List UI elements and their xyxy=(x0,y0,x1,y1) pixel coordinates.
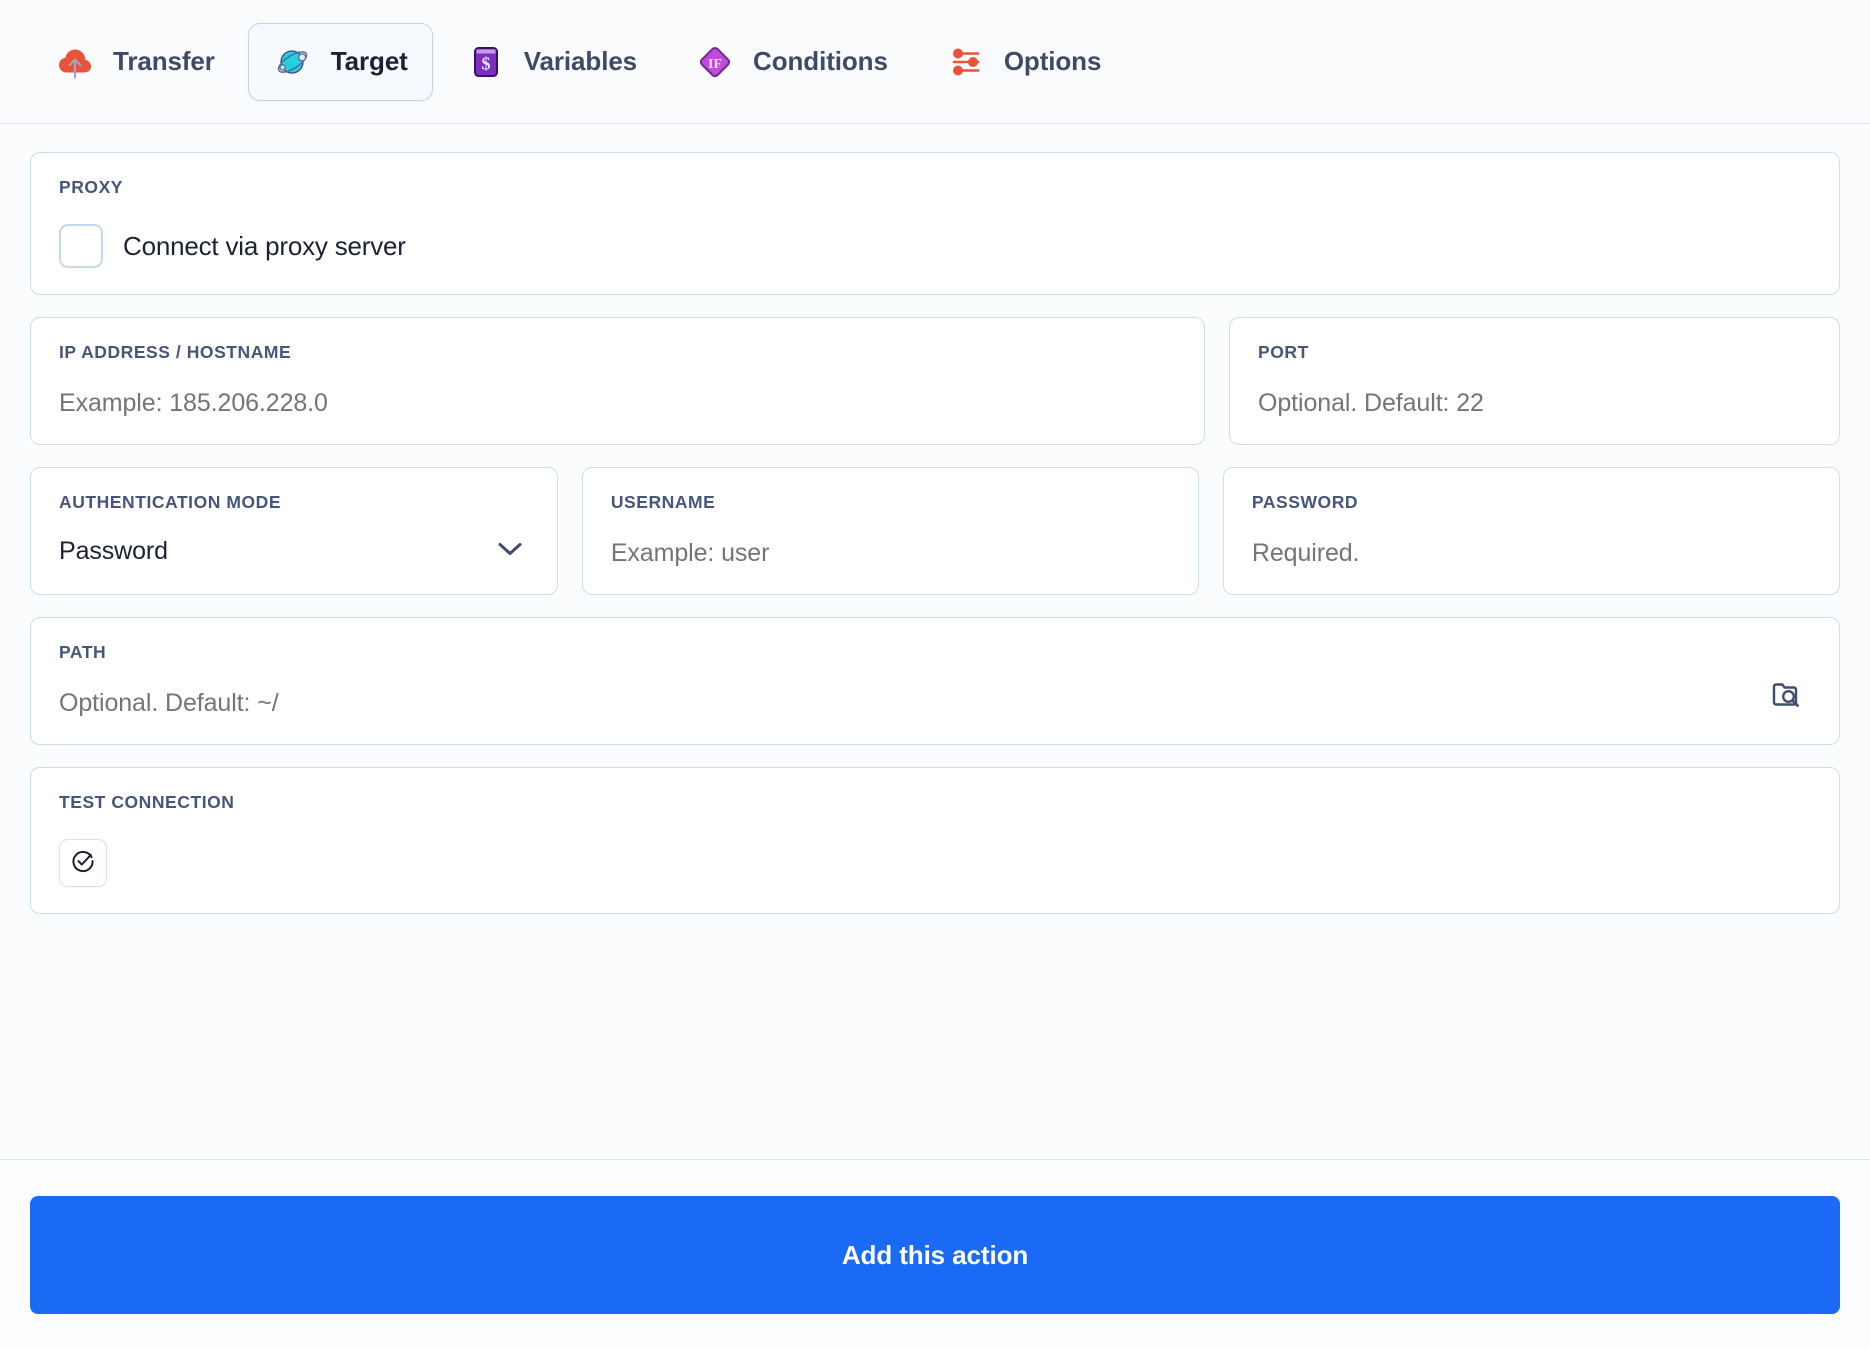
add-this-action-button[interactable]: Add this action xyxy=(30,1196,1840,1314)
credentials-row: AUTHENTICATION MODE Password USERNAME PA… xyxy=(30,467,1841,595)
proxy-checkbox-label: Connect via proxy server xyxy=(123,230,406,261)
path-card: PATH xyxy=(30,617,1840,745)
auth-mode-value: Password xyxy=(59,537,168,565)
tab-label: Conditions xyxy=(753,46,888,76)
folder-search-icon xyxy=(1769,677,1805,716)
tab-transfer[interactable]: Transfer xyxy=(30,23,240,101)
host-input[interactable] xyxy=(59,389,1177,418)
chevron-down-icon xyxy=(495,539,525,564)
host-label: IP ADDRESS / HOSTNAME xyxy=(59,342,292,362)
circle-check-arrow-icon xyxy=(69,847,97,880)
proxy-label: PROXY xyxy=(59,177,124,197)
tab-label: Options xyxy=(1003,46,1102,76)
path-label: PATH xyxy=(59,642,107,662)
footer-bar: Add this action xyxy=(0,1159,1870,1348)
if-diamond-icon: IF xyxy=(695,42,735,82)
username-card: USERNAME xyxy=(581,467,1199,595)
port-input[interactable] xyxy=(1258,389,1811,418)
sliders-icon xyxy=(946,42,986,82)
tab-variables[interactable]: $ Variables xyxy=(441,23,662,101)
test-connection-card: TEST CONNECTION xyxy=(30,767,1840,914)
auth-mode-label: AUTHENTICATION MODE xyxy=(59,492,282,512)
host-port-row: IP ADDRESS / HOSTNAME PORT xyxy=(30,317,1840,445)
port-card: PORT xyxy=(1229,317,1840,445)
form-body: PROXY Connect via proxy server IP ADDRES… xyxy=(0,124,1870,1159)
svg-text:$: $ xyxy=(481,53,490,73)
tab-target[interactable]: Target xyxy=(247,22,433,101)
auth-mode-card: AUTHENTICATION MODE Password xyxy=(30,467,558,595)
username-label: USERNAME xyxy=(610,492,716,512)
host-card: IP ADDRESS / HOSTNAME xyxy=(30,317,1206,445)
path-input[interactable] xyxy=(59,689,1811,718)
port-label: PORT xyxy=(1258,342,1309,362)
tab-options[interactable]: Options xyxy=(921,23,1127,101)
password-input[interactable] xyxy=(1251,539,1812,568)
target-settings-panel: Transfer Target $ Variables IF Condition… xyxy=(0,0,1870,1348)
username-input[interactable] xyxy=(610,539,1170,568)
tab-bar: Transfer Target $ Variables IF Condition… xyxy=(0,0,1870,124)
dollar-card-icon: $ xyxy=(466,42,506,82)
password-label: PASSWORD xyxy=(1251,492,1359,512)
password-card: PASSWORD xyxy=(1222,467,1841,595)
proxy-checkbox[interactable] xyxy=(59,224,103,268)
cloud-upload-icon xyxy=(55,42,95,82)
planet-icon xyxy=(273,42,313,82)
test-connection-label: TEST CONNECTION xyxy=(59,792,235,812)
svg-text:IF: IF xyxy=(708,57,722,72)
tab-label: Transfer xyxy=(113,46,215,76)
tab-label: Variables xyxy=(523,46,638,76)
auth-mode-select[interactable]: Password xyxy=(59,539,529,564)
proxy-card: PROXY Connect via proxy server xyxy=(30,152,1840,295)
tab-conditions[interactable]: IF Conditions xyxy=(670,23,913,101)
browse-path-button[interactable] xyxy=(1767,676,1807,716)
test-connection-button[interactable] xyxy=(59,839,107,887)
tab-label: Target xyxy=(330,46,408,76)
proxy-checkbox-row[interactable]: Connect via proxy server xyxy=(59,224,1811,268)
